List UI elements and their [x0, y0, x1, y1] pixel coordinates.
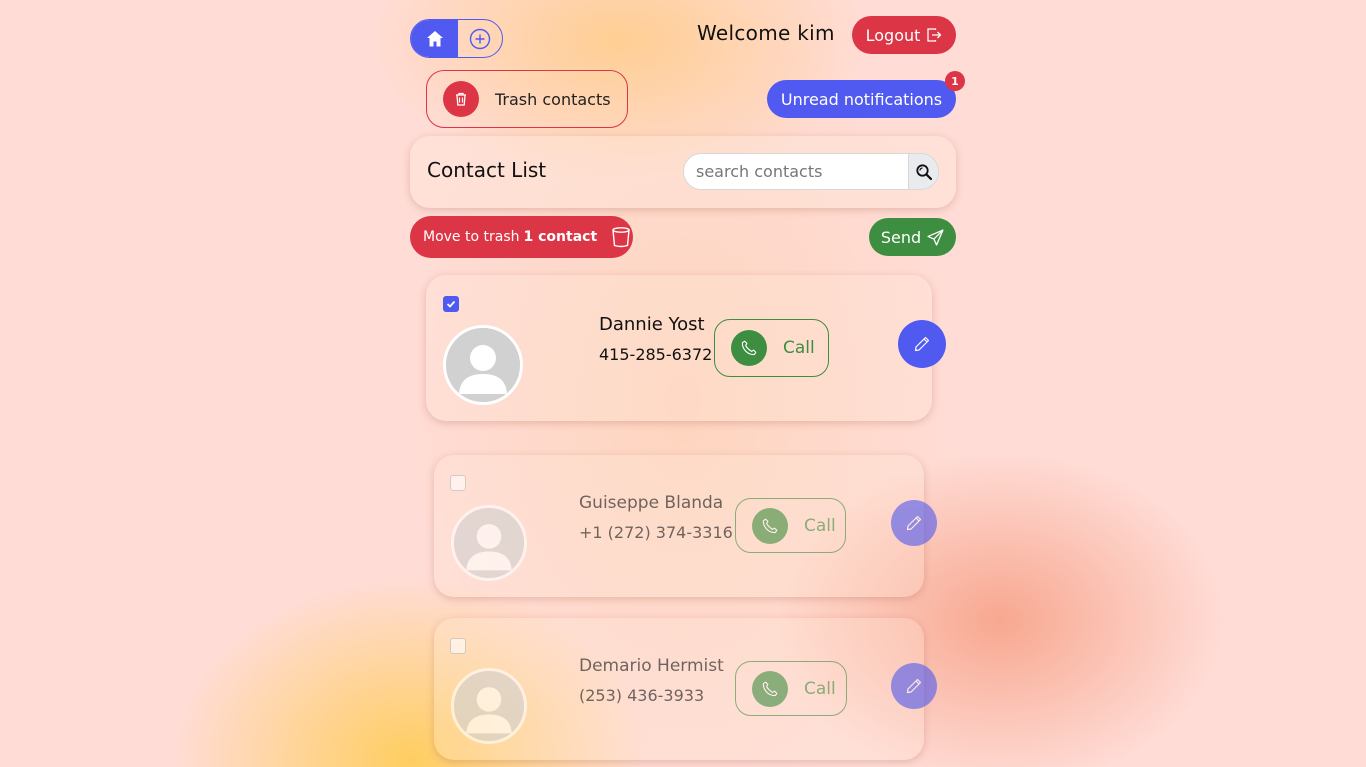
- home-button[interactable]: [411, 20, 458, 57]
- move-to-trash-button[interactable]: Move to trash 1 contact: [410, 216, 633, 258]
- contact-checkbox[interactable]: [450, 638, 466, 654]
- search-button[interactable]: [908, 154, 938, 189]
- pencil-icon: [906, 515, 922, 531]
- search-icon: [915, 163, 933, 181]
- pencil-icon: [906, 678, 922, 694]
- pencil-icon: [914, 336, 930, 352]
- edit-contact-button[interactable]: [898, 320, 946, 368]
- search-group: [683, 153, 939, 190]
- logout-label: Logout: [865, 25, 921, 45]
- contact-name: Guiseppe Blanda: [579, 493, 724, 513]
- contact-name: Demario Hermist: [579, 656, 724, 676]
- box-arrow-right-icon: [926, 27, 942, 43]
- page-title: Contact List: [427, 158, 547, 182]
- call-label: Call: [804, 515, 836, 536]
- send-label: Send: [880, 227, 922, 247]
- trash-contacts-label: Trash contacts: [495, 89, 611, 109]
- phone-icon: [752, 670, 788, 707]
- house-icon: [425, 29, 445, 49]
- call-label: Call: [783, 338, 815, 358]
- phone-icon: [731, 330, 767, 366]
- plus-circle-icon: [469, 28, 491, 50]
- call-button[interactable]: Call: [735, 498, 846, 553]
- contact-name: Dannie Yost: [599, 314, 705, 335]
- unread-notifications-button[interactable]: Unread notifications: [767, 80, 956, 118]
- add-contact-button[interactable]: [458, 20, 502, 57]
- checkmark-icon: [446, 299, 456, 309]
- trash-contacts-link[interactable]: Trash contacts: [426, 70, 628, 128]
- search-input[interactable]: [684, 154, 908, 189]
- send-icon: [927, 228, 944, 246]
- call-button[interactable]: Call: [735, 661, 847, 716]
- avatar: [443, 325, 523, 405]
- avatar: [451, 668, 527, 744]
- logout-button[interactable]: Logout: [852, 16, 956, 54]
- call-label: Call: [804, 678, 836, 699]
- send-button[interactable]: Send: [869, 218, 956, 256]
- contact-phone: (253) 436-3933: [579, 686, 705, 705]
- edit-contact-button[interactable]: [891, 500, 937, 546]
- welcome-text: Welcome kim: [697, 21, 835, 45]
- contact-phone: 415-285-6372: [599, 345, 713, 364]
- contact-phone: +1 (272) 374-3316: [579, 523, 733, 542]
- unread-notifications-label: Unread notifications: [780, 89, 943, 109]
- phone-icon: [752, 507, 788, 544]
- notification-count-badge: 1: [945, 71, 965, 91]
- edit-contact-button[interactable]: [891, 663, 937, 709]
- contact-checkbox[interactable]: [443, 296, 459, 312]
- selected-count: 1 contact: [523, 229, 598, 245]
- move-to-trash-label: Move to trash: [423, 229, 520, 245]
- avatar: [451, 505, 527, 581]
- trash-bin-icon: [611, 226, 631, 248]
- call-button[interactable]: Call: [714, 319, 829, 377]
- trash-icon: [443, 81, 479, 117]
- contact-checkbox[interactable]: [450, 475, 466, 491]
- nav-button-group: [410, 19, 503, 58]
